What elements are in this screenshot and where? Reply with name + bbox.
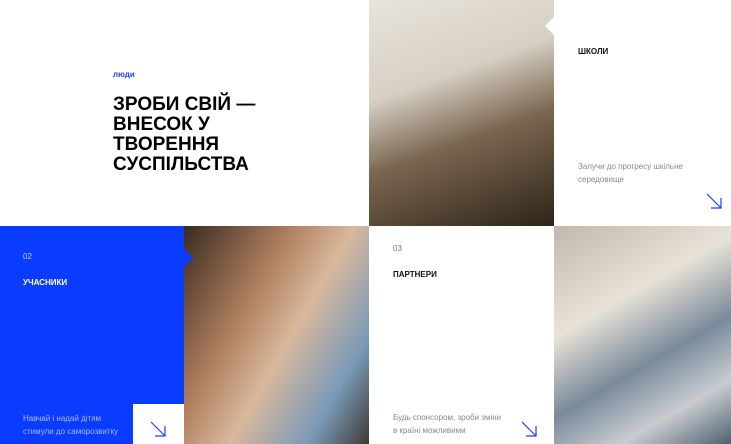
notch-decoration xyxy=(545,17,554,35)
notch-decoration xyxy=(184,249,193,267)
card-title: УЧАСНИКИ xyxy=(23,278,68,287)
hero-section: люди ЗРОБИ СВІЙ — ВНЕСОК У ТВОРЕННЯ СУСП… xyxy=(0,0,369,226)
card-title: ШКОЛИ xyxy=(578,47,609,56)
card-participants[interactable]: 02 УЧАСНИКИ Навчай і надай дітям стимули… xyxy=(0,226,184,444)
card-number: 02 xyxy=(23,252,32,261)
card-description: Навчай і надай дітям стимули до саморозв… xyxy=(23,414,119,436)
card-number: 03 xyxy=(393,244,402,253)
card-description: Будь спонсором, зроби зміни в країні мож… xyxy=(393,413,502,435)
arrow-down-right-icon xyxy=(150,421,166,437)
card-partners[interactable]: 03 ПАРТНЕРИ Будь спонсором, зроби зміни … xyxy=(369,226,554,444)
students-photo xyxy=(184,226,369,444)
card-description: Залучи до прогресу шкільне середовище xyxy=(578,162,683,184)
arrow-button[interactable] xyxy=(133,404,184,444)
card-title: ПАРТНЕРИ xyxy=(393,270,437,279)
card-schools[interactable]: ШКОЛИ Залучи до прогресу шкільне середов… xyxy=(554,0,731,226)
arrow-down-right-icon[interactable] xyxy=(706,193,722,209)
office-highfive-photo xyxy=(554,226,731,444)
classroom-photo xyxy=(369,0,554,226)
section-label: люди xyxy=(113,70,135,79)
page-title: ЗРОБИ СВІЙ — ВНЕСОК У ТВОРЕННЯ СУСПІЛЬСТ… xyxy=(113,94,256,175)
arrow-down-right-icon[interactable] xyxy=(521,421,537,437)
